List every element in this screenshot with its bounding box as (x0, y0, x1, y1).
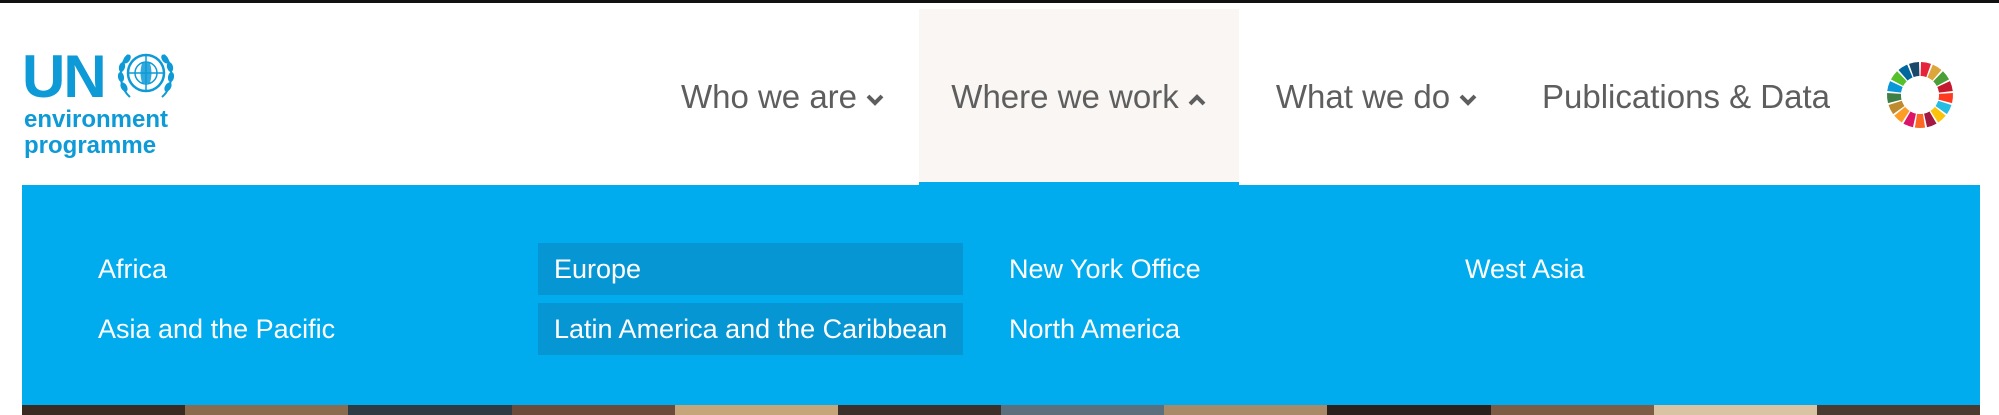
region-link-new-york-office[interactable]: New York Office (993, 243, 1369, 295)
chevron-up-icon (1188, 94, 1206, 106)
nav-what-we-do-label: What we do (1275, 78, 1451, 115)
logo-line-environment: environment (24, 106, 169, 133)
nav-what-we-do[interactable]: What we do (1262, 9, 1492, 185)
region-link-latin-america-caribbean[interactable]: Latin America and the Caribbean (538, 303, 963, 355)
nav-where-we-work[interactable]: Where we work (919, 9, 1239, 185)
logo-line-programme: programme (24, 132, 157, 159)
region-link-asia-pacific[interactable]: Asia and the Pacific (82, 303, 458, 355)
nav-publications-data-label: Publications & Data (1542, 78, 1830, 115)
nav-publications-data[interactable]: Publications & Data (1531, 9, 1841, 185)
chevron-down-icon (866, 94, 884, 106)
region-link-europe[interactable]: Europe (538, 243, 963, 295)
site-header: UN environment programme Who we are Wher… (0, 3, 1999, 185)
logo-un-text: UN (22, 43, 107, 110)
nav-where-we-work-label: Where we work (951, 78, 1179, 115)
nav-who-we-are-label: Who we are (680, 78, 858, 115)
logo-wordmark: environment programme (24, 107, 168, 159)
sdg-wheel-segment (1914, 113, 1926, 128)
hero-image-strip (22, 405, 1981, 415)
nav-who-we-are[interactable]: Who we are (673, 9, 893, 185)
where-we-work-dropdown: Africa Asia and the Pacific Europe Latin… (22, 185, 1980, 405)
region-link-west-asia[interactable]: West Asia (1449, 243, 1825, 295)
chevron-down-icon (1459, 94, 1477, 106)
region-link-north-america[interactable]: North America (993, 303, 1369, 355)
un-emblem-icon (117, 53, 175, 98)
region-link-africa[interactable]: Africa (82, 243, 458, 295)
sdg-wheel-icon[interactable] (1886, 61, 1954, 129)
unep-logo[interactable]: UN environment programme (22, 43, 182, 164)
